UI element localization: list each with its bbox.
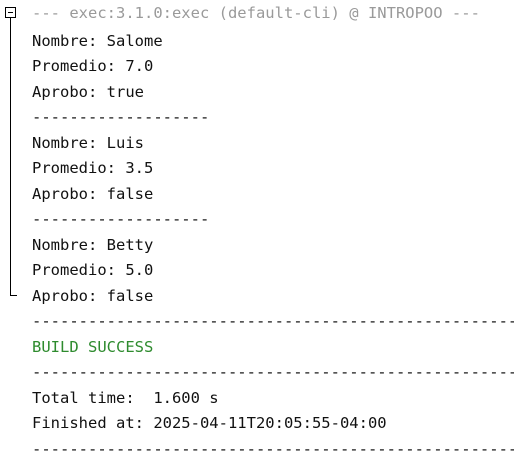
fold-guide-end	[10, 295, 17, 296]
long-separator-line: ----------------------------------------…	[32, 440, 514, 451]
fold-guide-line	[10, 18, 11, 296]
record-separator-line: -------------------	[32, 108, 210, 126]
exec-header-line: --- exec:3.1.0:exec (default-cli) @ INTR…	[32, 4, 480, 22]
total-time-line: Total time: 1.600 s	[32, 389, 219, 407]
long-separator-line: ----------------------------------------…	[32, 363, 514, 381]
record-nombre-line: Nombre: Luis	[32, 134, 144, 152]
record-aprobo-line: Aprobo: true	[32, 83, 144, 101]
record-promedio-line: Promedio: 3.5	[32, 159, 154, 177]
build-status-line: BUILD SUCCESS	[32, 338, 154, 356]
output-pane[interactable]: --- exec:3.1.0:exec (default-cli) @ INTR…	[0, 0, 514, 451]
record-separator-line: -------------------	[32, 210, 210, 228]
record-aprobo-line: Aprobo: false	[32, 185, 154, 203]
record-aprobo-line: Aprobo: false	[32, 287, 154, 305]
record-promedio-line: Promedio: 7.0	[32, 57, 154, 75]
record-nombre-line: Nombre: Salome	[32, 32, 163, 50]
fold-collapse-icon[interactable]	[5, 7, 16, 18]
record-nombre-line: Nombre: Betty	[32, 236, 154, 254]
long-separator-line: ----------------------------------------…	[32, 312, 514, 330]
finished-at-line: Finished at: 2025-04-11T20:05:55-04:00	[32, 414, 387, 432]
record-promedio-line: Promedio: 5.0	[32, 261, 154, 279]
